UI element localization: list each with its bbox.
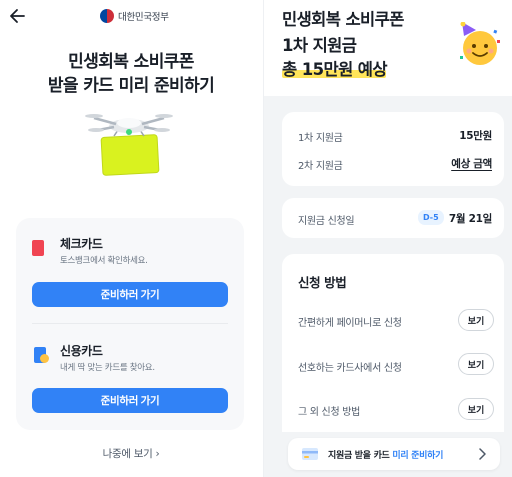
credit-card-title: 신용카드 <box>60 344 103 358</box>
method-view-button-paymoney[interactable]: 보기 <box>458 309 494 331</box>
method-label-other: 그 외 신청 방법 <box>298 407 361 418</box>
check-card-title: 체크카드 <box>60 237 103 251</box>
card-icon <box>302 448 318 460</box>
card-prep-banner-label: 지원금 받을 카드 <box>328 451 393 461</box>
back-arrow-icon[interactable] <box>8 6 28 26</box>
method-label-paymoney: 간편하게 페이머니로 신청 <box>298 318 402 329</box>
credit-card-prepare-button[interactable]: 준비하러 가기 <box>32 388 228 413</box>
card-prep-banner-text: 지원금 받을 카드 미리 준비하기 <box>328 448 443 461</box>
subsidy-header: 민생회복 소비쿠폰 1차 지원금 총 15만원 예상 <box>264 0 512 96</box>
check-card-prepare-button[interactable]: 준비하러 가기 <box>32 282 228 307</box>
title-line-1: 민생회복 소비쿠폰 <box>68 52 194 72</box>
apply-date-card: 지원금 신청일 D-5 7월 21일 <box>282 198 504 238</box>
page-title: 민생회복 소비쿠폰 받을 카드 미리 준비하기 <box>0 50 262 98</box>
chevron-right-icon <box>479 448 486 460</box>
check-card-subtitle: 토스뱅크에서 확인하세요. <box>60 256 148 266</box>
d-day-badge: D-5 <box>418 210 444 225</box>
credit-card-coin-icon <box>40 354 49 363</box>
chevron-right-icon: › <box>155 448 160 460</box>
second-subsidy-value-link[interactable]: 예상 금액 <box>451 156 492 171</box>
subsidy-screen: 민생회복 소비쿠폰 1차 지원금 총 15만원 예상 1차 지원금 15만원 2… <box>264 0 512 477</box>
subsidy-title-line-1: 민생회복 소비쿠폰 <box>282 10 404 29</box>
credit-card-subtitle: 내게 딱 맞는 카드를 찾아요. <box>60 363 155 373</box>
divider <box>32 323 228 324</box>
card-prep-banner[interactable]: 지원금 받을 카드 미리 준비하기 <box>288 438 500 470</box>
method-view-button-other[interactable]: 보기 <box>458 398 494 420</box>
later-label: 나중에 보기 <box>102 448 153 460</box>
first-subsidy-value: 15만원 <box>459 130 492 142</box>
gov-label: 대한민국정부 <box>118 12 169 23</box>
subsidy-total: 총 15만원 예상 <box>282 60 388 79</box>
apply-methods-title: 신청 방법 <box>298 275 347 290</box>
check-card-icon <box>32 240 44 256</box>
apply-date-value: 7월 21일 <box>448 213 492 225</box>
card-prep-banner-highlight: 미리 준비하기 <box>392 451 444 461</box>
second-subsidy-label: 2차 지원금 <box>298 161 343 172</box>
first-subsidy-label: 1차 지원금 <box>298 133 343 144</box>
drone-card-illustration <box>85 114 173 176</box>
card-options-panel: 체크카드 토스뱅크에서 확인하세요. 준비하러 가기 신용카드 내게 딱 맞는 … <box>16 218 244 430</box>
title-line-2: 받을 카드 미리 준비하기 <box>47 76 215 96</box>
method-label-card-company: 선호하는 카드사에서 신청 <box>298 363 402 374</box>
gov-badge: 대한민국정부 <box>100 9 169 23</box>
apply-methods-card: 신청 방법 간편하게 페이머니로 신청 보기 선호하는 카드사에서 신청 보기 … <box>282 254 504 432</box>
party-face-icon <box>460 22 500 65</box>
apply-date-label: 지원금 신청일 <box>298 216 355 227</box>
card-prep-screen: 대한민국정부 민생회복 소비쿠폰 받을 카드 미리 준비하기 체크카드 토스뱅크… <box>0 0 262 477</box>
method-view-button-card-company[interactable]: 보기 <box>458 353 494 375</box>
later-link[interactable]: 나중에 보기 › <box>0 446 262 461</box>
amounts-card: 1차 지원금 15만원 2차 지원금 예상 금액 <box>282 112 504 186</box>
taegeuk-logo-icon <box>100 9 114 23</box>
subsidy-title-line-2: 1차 지원금 <box>282 36 357 55</box>
